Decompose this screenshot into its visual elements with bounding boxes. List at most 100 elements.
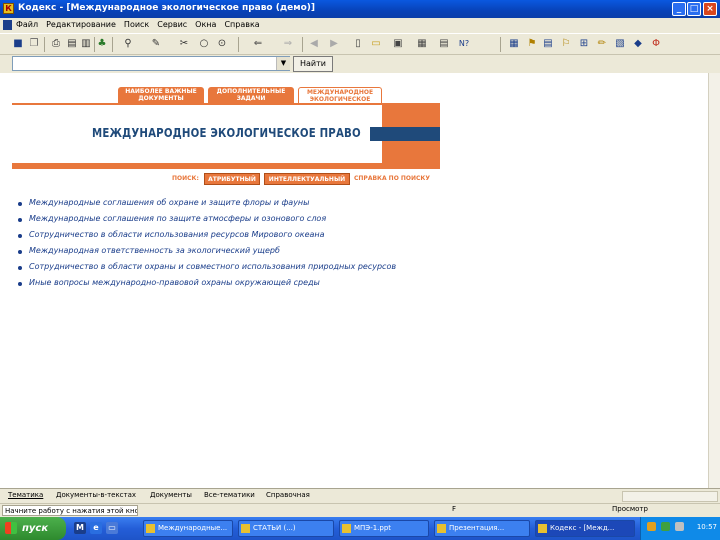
grid-icon[interactable]: ▦ bbox=[508, 38, 520, 50]
flag-icon[interactable]: ⚑ bbox=[526, 38, 538, 50]
note-icon[interactable]: ▧ bbox=[614, 38, 626, 50]
window-icon[interactable]: ▣ bbox=[392, 38, 404, 50]
diamond-icon[interactable]: ◆ bbox=[632, 38, 644, 50]
attribute-search-button[interactable]: АТРИБУТНЫЙ bbox=[204, 173, 260, 185]
tab-all-topics[interactable]: Все-тематики bbox=[204, 491, 255, 499]
toolbar-separator bbox=[238, 37, 239, 52]
document-icon[interactable] bbox=[3, 20, 12, 30]
pencil-icon[interactable]: ✏ bbox=[596, 38, 608, 50]
preview-icon[interactable]: ▤ bbox=[66, 38, 78, 50]
topic-link[interactable]: Международные соглашения об охране и защ… bbox=[18, 198, 396, 214]
start-button[interactable]: пуск bbox=[0, 517, 66, 540]
toolbar-separator bbox=[112, 37, 113, 52]
help-question-icon[interactable]: N? bbox=[458, 38, 470, 50]
folder-icon[interactable]: ▭ bbox=[370, 38, 382, 50]
minimize-button[interactable]: _ bbox=[672, 2, 686, 16]
tree-view-icon[interactable]: ⊞ bbox=[578, 38, 590, 50]
tree-icon[interactable]: ♣ bbox=[96, 38, 108, 50]
menu-help[interactable]: Справка bbox=[224, 20, 259, 29]
toolbar-separator bbox=[44, 37, 45, 52]
task-label: Международные... bbox=[158, 524, 228, 532]
menu-search[interactable]: Поиск bbox=[124, 20, 149, 29]
save-icon[interactable]: ■ bbox=[12, 38, 24, 50]
find-next-icon[interactable]: ⊙ bbox=[216, 38, 228, 50]
table-icon[interactable]: ▤ bbox=[542, 38, 554, 50]
topic-link[interactable]: Международные соглашения по защите атмос… bbox=[18, 214, 396, 230]
close-button[interactable]: × bbox=[703, 2, 717, 16]
next-icon[interactable]: ▶ bbox=[328, 38, 340, 50]
browser-icon[interactable]: e bbox=[90, 522, 102, 534]
search-help-link[interactable]: СПРАВКА ПО ПОИСКУ bbox=[354, 175, 430, 182]
bookmark-icon[interactable]: ⚐ bbox=[560, 38, 572, 50]
status-text: Начните работу с нажатия этой кнопки bbox=[2, 505, 138, 516]
quicklaunch-icon[interactable]: M bbox=[74, 522, 86, 534]
task-app-icon bbox=[241, 524, 250, 533]
cut-icon[interactable]: ✂ bbox=[178, 38, 190, 50]
find-button[interactable]: Найти bbox=[293, 56, 333, 72]
list-icon[interactable]: ▦ bbox=[416, 38, 428, 50]
page-icon[interactable]: ▥ bbox=[80, 38, 92, 50]
taskbar: пуск M e ▭ Международные... СТАТЬИ (...)… bbox=[0, 517, 720, 540]
topic-link[interactable]: Сотрудничество в области использования р… bbox=[18, 230, 396, 246]
toolbar-separator bbox=[500, 37, 501, 52]
vertical-scrollbar[interactable] bbox=[708, 73, 720, 488]
task-presentation[interactable]: Презентация... bbox=[434, 520, 530, 537]
marker-icon[interactable]: ✎ bbox=[150, 38, 162, 50]
phi-icon[interactable]: Φ bbox=[650, 38, 662, 50]
desktop-icon[interactable]: ▭ bbox=[106, 522, 118, 534]
topic-list: Международные соглашения об охране и защ… bbox=[18, 198, 396, 294]
tab-reference[interactable]: Справочная bbox=[266, 491, 310, 499]
windows-logo-icon bbox=[5, 522, 17, 534]
tab-international-ecology-law[interactable]: МЕЖДУНАРОДНОЕ ЭКОЛОГИЧЕСКОЕ ПРАВО bbox=[298, 87, 382, 110]
chevron-down-icon[interactable]: ▼ bbox=[276, 57, 290, 70]
tab-important-documents[interactable]: НАИБОЛЕЕ ВАЖНЫЕ ДОКУМЕНТЫ bbox=[118, 87, 204, 103]
intelligent-search-button[interactable]: ИНТЕЛЛЕКТУАЛЬНЫЙ bbox=[264, 173, 350, 185]
tray-icon[interactable] bbox=[675, 522, 684, 531]
status-bar: Начните работу с нажатия этой кнопки F П… bbox=[0, 503, 720, 517]
maximize-button[interactable]: □ bbox=[687, 2, 701, 16]
search-label: ПОИСК: bbox=[172, 175, 199, 182]
back-arrow-icon[interactable]: ⇐ bbox=[252, 38, 264, 50]
horizontal-scrollbar[interactable] bbox=[622, 491, 718, 502]
tab-additional-tasks[interactable]: ДОПОЛНИТЕЛЬНЫЕ ЗАДАЧИ bbox=[208, 87, 294, 103]
menu-windows[interactable]: Окна bbox=[195, 20, 216, 29]
toolbar-separator bbox=[302, 37, 303, 52]
binoculars-icon[interactable]: ⚲ bbox=[122, 38, 134, 50]
search-input[interactable] bbox=[12, 56, 290, 71]
task-app-icon bbox=[437, 524, 446, 533]
copy-icon[interactable]: ❐ bbox=[28, 38, 40, 50]
start-label: пуск bbox=[22, 523, 49, 534]
tab-documents-in-texts[interactable]: Документы-в-текстах bbox=[56, 491, 136, 499]
topic-link[interactable]: Международная ответственность за экологи… bbox=[18, 246, 396, 262]
system-tray: 10:57 bbox=[640, 517, 720, 540]
doc-icon[interactable]: ▯ bbox=[352, 38, 364, 50]
task-articles[interactable]: СТАТЬИ (...) bbox=[238, 520, 334, 537]
banner-stripe bbox=[370, 127, 440, 141]
kodeks-app-icon[interactable]: К bbox=[3, 3, 14, 14]
task-document[interactable]: Международные... bbox=[143, 520, 233, 537]
status-mode: Просмотр bbox=[612, 505, 648, 513]
forward-arrow-icon[interactable]: ⇒ bbox=[282, 38, 294, 50]
find-icon[interactable]: ○ bbox=[198, 38, 210, 50]
menu-service[interactable]: Сервис bbox=[157, 20, 187, 29]
menu-bar: Файл Редактирование Поиск Сервис Окна Сп… bbox=[0, 18, 720, 33]
task-app-icon bbox=[538, 524, 547, 533]
panel-icon[interactable]: ▤ bbox=[438, 38, 450, 50]
menu-edit[interactable]: Редактирование bbox=[46, 20, 116, 29]
task-kodeks[interactable]: Кодекс - [Межд... bbox=[535, 520, 635, 537]
task-ppt[interactable]: МПЭ-1.ppt bbox=[339, 520, 429, 537]
task-label: МПЭ-1.ppt bbox=[354, 524, 392, 532]
topic-link[interactable]: Иные вопросы международно-правовой охран… bbox=[18, 278, 396, 294]
task-app-icon bbox=[146, 524, 155, 533]
first-icon[interactable]: ◀ bbox=[308, 38, 320, 50]
menu-file[interactable]: Файл bbox=[16, 20, 38, 29]
tab-documents[interactable]: Документы bbox=[150, 491, 192, 499]
clock: 10:57 bbox=[696, 523, 717, 531]
tray-icon[interactable] bbox=[647, 522, 656, 531]
topic-link[interactable]: Сотрудничество в области охраны и совмес… bbox=[18, 262, 396, 278]
search-row: ▼ Найти bbox=[0, 55, 720, 73]
toolbar-separator bbox=[94, 37, 95, 52]
tab-topics[interactable]: Тематика bbox=[8, 491, 43, 499]
tray-icon[interactable] bbox=[661, 522, 670, 531]
print-icon[interactable]: ⎙ bbox=[50, 38, 62, 50]
